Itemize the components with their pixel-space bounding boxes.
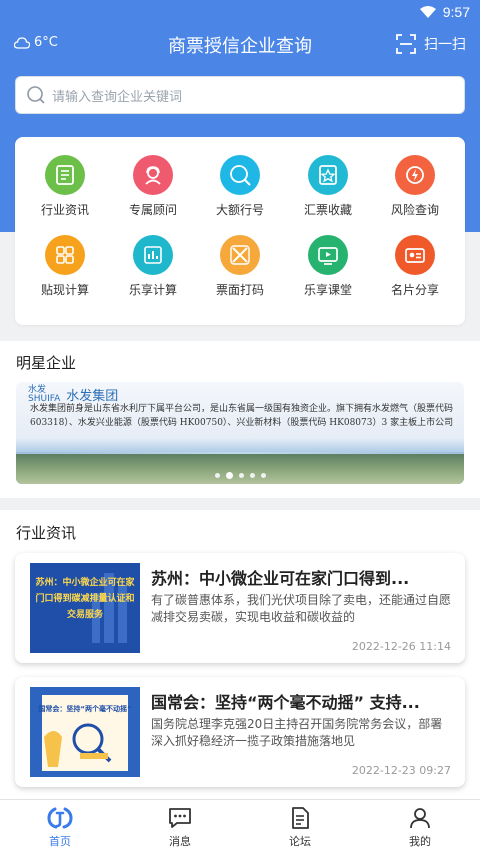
pager-dot-active[interactable] <box>225 472 233 479</box>
menu-label: 贴现计算 <box>40 283 89 297</box>
pager-dot[interactable] <box>249 473 255 478</box>
svg-text:门口得到碳减排量认证和: 门口得到碳减排量认证和 <box>35 592 134 604</box>
mask-icon <box>220 235 260 275</box>
banner-pager <box>16 472 464 479</box>
menu-item-advisor[interactable]: 专属顾问 <box>108 155 198 235</box>
menu-label: 票面打码 <box>215 283 264 297</box>
news-summary: 有了碳普惠体系，我们光伏项目除了卖电，还能通过自愿减排交易卖碳，实现电收益和碳收… <box>151 593 451 624</box>
status-time: 9:57 <box>442 4 470 20</box>
star-company-banner[interactable]: 水发 SHUIFA 水发集团 水发集团前身是山东省水利厅下属平台公司，是山东省属… <box>16 382 464 484</box>
menu-item-discount-calc[interactable]: 贴现计算 <box>20 235 110 315</box>
menu-label: 名片分享 <box>390 283 439 297</box>
banner-land <box>16 454 464 484</box>
tab-home[interactable]: 首页 <box>0 800 120 853</box>
message-icon <box>120 806 240 830</box>
menu-label: 乐享计算 <box>128 283 177 297</box>
section-title: 行业资讯 <box>16 524 77 542</box>
bank-icon <box>220 155 260 195</box>
news-title: 苏州：中小微企业可在家门口得到... <box>151 569 410 588</box>
svg-text:国常会：坚持“两个毫不动摇”: 国常会：坚持“两个毫不动摇” <box>38 704 131 713</box>
logo-mark: 水发 SHUIFA <box>28 384 61 404</box>
card-icon <box>395 235 435 275</box>
star-icon <box>308 155 348 195</box>
pager-dot[interactable] <box>238 473 244 478</box>
menu-item-bank-number[interactable]: 大额行号 <box>195 155 285 235</box>
menu-label: 乐享课堂 <box>303 283 352 297</box>
tab-label: 我的 <box>409 835 431 848</box>
risk-icon <box>395 155 435 195</box>
video-icon <box>308 235 348 275</box>
chart-icon <box>133 235 173 275</box>
status-bar: 9:57 <box>0 0 480 26</box>
news-summary: 国务院总理李克强20日主持召开国务院常务会议，部署深入抓好稳经济一揽子政策措施落… <box>151 717 443 748</box>
menu-item-bill-mask[interactable]: 票面打码 <box>195 235 285 315</box>
tab-label: 消息 <box>169 835 191 848</box>
svg-text:苏州：中小微企业可在家: 苏州：中小微企业可在家 <box>35 576 135 588</box>
menu-item-industry-news[interactable]: 行业资讯 <box>20 155 110 235</box>
tab-forum[interactable]: 论坛 <box>240 800 360 853</box>
tab-profile[interactable]: 我的 <box>360 800 480 853</box>
menu-label: 大额行号 <box>215 203 264 217</box>
menu-label: 汇票收藏 <box>303 203 352 217</box>
home-icon <box>0 806 120 830</box>
menu-label: 专属顾问 <box>128 203 177 217</box>
search-input[interactable]: 请输入查询企业关键词 <box>15 76 465 114</box>
search-icon <box>27 86 45 104</box>
advisor-icon <box>133 155 173 195</box>
scan-icon <box>396 34 416 54</box>
news-title: 国常会：坚持“两个毫不动摇” 支持... <box>151 693 420 712</box>
menu-label: 风险查询 <box>390 203 439 217</box>
menu-item-bill-favorites[interactable]: 汇票收藏 <box>283 155 373 235</box>
pager-dot[interactable] <box>260 473 266 478</box>
svg-text:交易服务: 交易服务 <box>67 608 104 620</box>
news-date: 2022-12-23 09:27 <box>351 764 451 777</box>
top-bar: 6°C 商票授信企业查询 扫一扫 <box>0 26 480 66</box>
pager-dot[interactable] <box>214 473 220 478</box>
scan-button[interactable]: 扫一扫 <box>396 34 466 54</box>
menu-item-risk-query[interactable]: 风险查询 <box>370 155 460 235</box>
forum-icon <box>240 806 360 830</box>
news-thumbnail: 国常会：坚持“两个毫不动摇” <box>30 687 140 777</box>
user-icon <box>360 806 480 830</box>
quick-menu: 行业资讯 专属顾问 大额行号 汇票收藏 风险查询 贴现计算 乐享计算 票面打码 … <box>15 137 465 325</box>
section-title: 明星企业 <box>16 354 77 372</box>
menu-item-card-share[interactable]: 名片分享 <box>370 235 460 315</box>
tab-messages[interactable]: 消息 <box>120 800 240 853</box>
scan-label: 扫一扫 <box>424 37 466 53</box>
menu-item-lexiang-calc[interactable]: 乐享计算 <box>108 235 198 315</box>
news-card[interactable]: 国常会：坚持“两个毫不动摇” 国常会：坚持“两个毫不动摇” 支持... 国务院总… <box>15 677 465 787</box>
news-card[interactable]: 苏州：中小微企业可在家 门口得到碳减排量认证和 交易服务 苏州：中小微企业可在家… <box>15 553 465 663</box>
menu-label: 行业资讯 <box>40 203 89 217</box>
wifi-icon <box>420 6 436 18</box>
news-date: 2022-12-26 11:14 <box>351 640 451 653</box>
company-description: 水发集团前身是山东省水利厅下属平台公司，是山东省属一级国有独资企业。旗下拥有水发… <box>30 404 454 428</box>
search-placeholder: 请输入查询企业关键词 <box>52 89 183 105</box>
news-thumbnail: 苏州：中小微企业可在家 门口得到碳减排量认证和 交易服务 <box>30 563 140 653</box>
tab-label: 论坛 <box>289 835 311 848</box>
news-icon <box>45 155 85 195</box>
bottom-tab-bar: 首页 消息 论坛 我的 <box>0 799 480 853</box>
menu-item-classroom[interactable]: 乐享课堂 <box>283 235 373 315</box>
calculator-icon <box>45 235 85 275</box>
tab-label: 首页 <box>49 835 71 848</box>
